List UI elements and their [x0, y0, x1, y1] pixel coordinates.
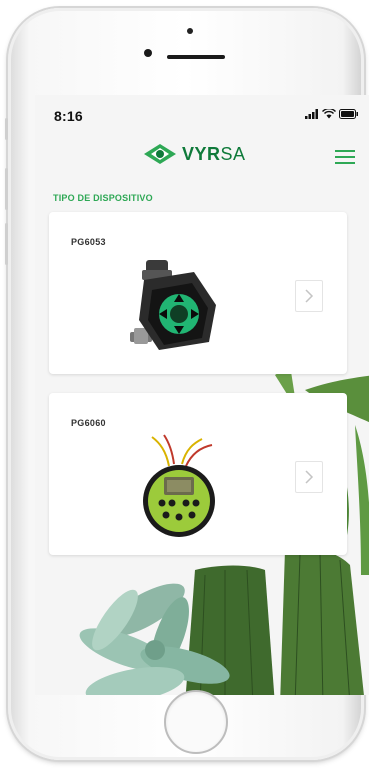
- device-card-pg6053[interactable]: PG6053: [49, 212, 347, 374]
- vyrsa-logo: VYRSA: [143, 143, 246, 165]
- mute-switch: [5, 118, 8, 140]
- chevron-right-glyph-icon: [305, 470, 314, 484]
- volume-down-button: [5, 223, 8, 265]
- wifi-icon: [322, 109, 336, 119]
- vyrsa-logo-mark-icon: [144, 144, 176, 164]
- chevron-right-icon[interactable]: [295, 461, 323, 493]
- logo-text: VYRSA: [182, 144, 246, 165]
- section-title: TIPO DE DISPOSITIVO: [53, 193, 153, 203]
- battery-icon: [339, 109, 358, 119]
- volume-up-button: [5, 168, 8, 210]
- signal-bars-icon: [305, 109, 318, 119]
- status-icons: [305, 109, 359, 119]
- valve-timer-device-image: [130, 260, 216, 350]
- device-label: PG6053: [71, 237, 106, 247]
- irrigation-controller-device-image: [143, 434, 215, 537]
- app-screen: 8:16 VYRSA TIPO DE DISPOSITIVO PG6053 PG…: [35, 95, 369, 695]
- logo-text-bold: VYR: [182, 143, 221, 164]
- earpiece-speaker: [167, 55, 225, 59]
- hamburger-menu-icon[interactable]: [335, 150, 355, 164]
- status-time: 8:16: [54, 108, 83, 124]
- front-camera: [144, 49, 152, 57]
- logo-text-thin: SA: [220, 143, 246, 164]
- chevron-right-icon[interactable]: [295, 280, 323, 312]
- home-button[interactable]: [164, 690, 228, 754]
- stage: 8:16 VYRSA TIPO DE DISPOSITIVO PG6053 PG…: [0, 0, 375, 769]
- device-label: PG6060: [71, 418, 106, 428]
- device-card-pg6060[interactable]: PG6060: [49, 393, 347, 555]
- chevron-right-glyph-icon: [305, 289, 314, 303]
- proximity-sensor: [187, 28, 193, 34]
